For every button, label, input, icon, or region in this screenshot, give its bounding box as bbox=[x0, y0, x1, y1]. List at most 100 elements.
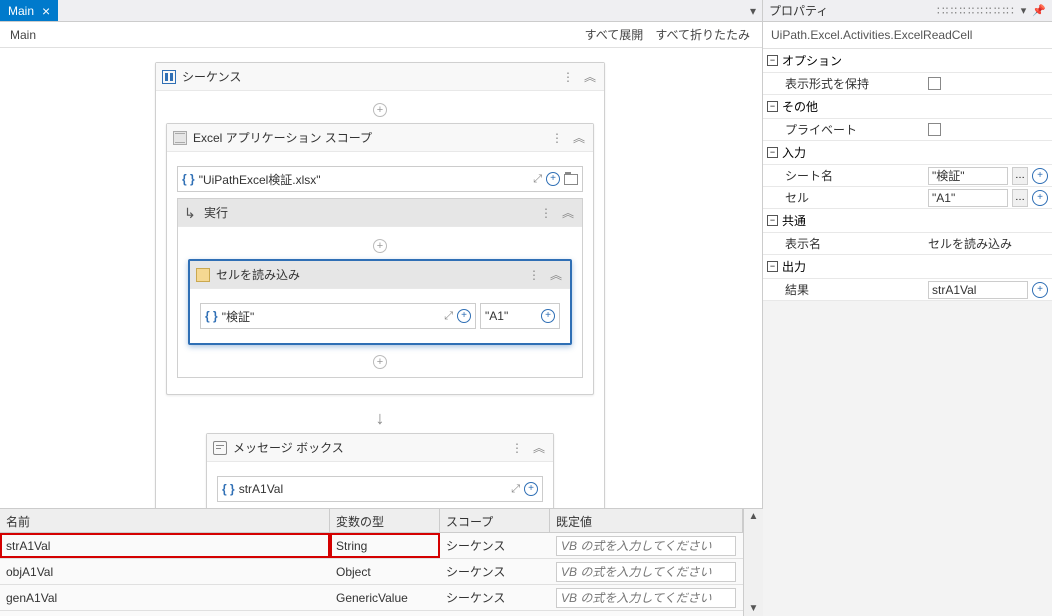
var-default-input[interactable] bbox=[556, 562, 736, 582]
add-node-top[interactable]: + bbox=[166, 101, 594, 115]
activity-message-box[interactable]: メッセージ ボックス ⋮ ︽ { } strA1Val ⤢ + bbox=[206, 433, 554, 508]
var-name[interactable]: genA1Val bbox=[0, 585, 330, 610]
prop-cell-label: セル bbox=[763, 189, 928, 206]
expand-expr-icon[interactable]: ⤢ bbox=[511, 483, 520, 496]
col-name[interactable]: 名前 bbox=[0, 509, 330, 532]
collapse-icon[interactable]: ︽ bbox=[548, 266, 564, 283]
preserve-format-checkbox[interactable] bbox=[928, 77, 941, 90]
more-icon[interactable]: ⋮ bbox=[549, 131, 565, 145]
properties-panel: プロパティ ∷∷∷∷∷∷∷∷∷ ▾ 📌 UiPath.Excel.Activit… bbox=[763, 0, 1052, 616]
add-expr-icon[interactable]: + bbox=[546, 172, 560, 186]
designer-tabbar: Main × ▾ bbox=[0, 0, 762, 22]
exec-icon: ↳ bbox=[184, 206, 198, 220]
add-expr-icon[interactable]: + bbox=[1032, 282, 1048, 298]
prop-result-label: 結果 bbox=[763, 281, 928, 298]
category-option[interactable]: −オプション bbox=[763, 49, 1052, 73]
variable-row[interactable]: genA1ValGenericValueシーケンス bbox=[0, 585, 743, 611]
tab-main[interactable]: Main × bbox=[0, 0, 58, 21]
tab-title: Main bbox=[8, 4, 34, 18]
variable-row[interactable]: objA1ValObjectシーケンス bbox=[0, 559, 743, 585]
read-cell-title: セルを読み込み bbox=[216, 266, 520, 283]
category-input[interactable]: −入力 bbox=[763, 141, 1052, 165]
prop-display-name-label: 表示名 bbox=[763, 235, 928, 252]
add-expr-icon[interactable]: + bbox=[524, 482, 538, 496]
var-default[interactable] bbox=[550, 559, 743, 584]
ellipsis-button[interactable]: … bbox=[1012, 167, 1028, 185]
collapse-all[interactable]: すべて折りたたみ bbox=[649, 24, 756, 45]
sequence-title: シーケンス bbox=[182, 68, 554, 85]
col-default[interactable]: 既定値 bbox=[550, 509, 743, 532]
var-scope[interactable]: シーケンス bbox=[440, 585, 550, 610]
expand-expr-icon[interactable]: ⤢ bbox=[444, 310, 453, 323]
expand-all[interactable]: すべて展開 bbox=[579, 24, 650, 45]
add-expr-icon[interactable]: + bbox=[1032, 168, 1048, 184]
prop-sheet-input[interactable]: "検証" bbox=[928, 167, 1008, 185]
collapse-box-icon: − bbox=[767, 215, 778, 226]
expression-icon: { } bbox=[222, 482, 235, 496]
excel-path-input[interactable]: { } "UiPathExcel検証.xlsx" ⤢ + bbox=[177, 166, 583, 192]
activity-type-name: UiPath.Excel.Activities.ExcelReadCell bbox=[763, 22, 1052, 49]
add-node[interactable]: + bbox=[188, 237, 572, 251]
prop-result-input[interactable]: strA1Val bbox=[928, 281, 1028, 299]
ellipsis-button[interactable]: … bbox=[1012, 189, 1028, 207]
var-type[interactable]: Object bbox=[330, 559, 440, 584]
var-default-input[interactable] bbox=[556, 536, 736, 556]
variable-row[interactable]: strA1ValStringシーケンス bbox=[0, 533, 743, 559]
category-output[interactable]: −出力 bbox=[763, 255, 1052, 279]
var-default-input[interactable] bbox=[556, 588, 736, 608]
private-checkbox[interactable] bbox=[928, 123, 941, 136]
category-misc[interactable]: −その他 bbox=[763, 95, 1052, 119]
expand-expr-icon[interactable]: ⤢ bbox=[533, 173, 542, 186]
sequence-icon bbox=[162, 70, 176, 84]
add-expr-icon[interactable]: + bbox=[457, 309, 471, 323]
var-type[interactable]: String bbox=[330, 533, 440, 558]
collapse-box-icon: − bbox=[767, 261, 778, 272]
breadcrumb-main[interactable]: Main bbox=[6, 26, 40, 44]
var-default[interactable] bbox=[550, 533, 743, 558]
collapse-box-icon: − bbox=[767, 55, 778, 66]
pin-icon[interactable]: 📌 bbox=[1032, 4, 1046, 17]
more-icon[interactable]: ⋮ bbox=[560, 70, 576, 84]
workflow-canvas[interactable]: シーケンス ⋮ ︽ + Excel アプリケーション スコープ bbox=[0, 48, 762, 508]
message-text-input[interactable]: { } strA1Val ⤢ + bbox=[217, 476, 543, 502]
col-scope[interactable]: スコープ bbox=[440, 509, 550, 532]
var-name[interactable]: strA1Val bbox=[0, 533, 330, 558]
more-icon[interactable]: ⋮ bbox=[526, 268, 542, 282]
dropdown-icon[interactable]: ▾ bbox=[1021, 4, 1027, 17]
read-cell-cell-input[interactable]: "A1" + bbox=[480, 303, 560, 329]
var-scope[interactable]: シーケンス bbox=[440, 559, 550, 584]
prop-display-name-value[interactable]: セルを読み込み bbox=[928, 235, 1048, 252]
tab-dropdown[interactable]: ▾ bbox=[744, 0, 762, 21]
variables-header: 名前 変数の型 スコープ 既定値 bbox=[0, 509, 743, 533]
collapse-box-icon: − bbox=[767, 101, 778, 112]
browse-file-icon[interactable] bbox=[564, 174, 578, 185]
close-icon[interactable]: × bbox=[42, 4, 50, 18]
message-icon bbox=[213, 441, 227, 455]
variables-scrollbar[interactable]: ▲ ▼ bbox=[743, 509, 763, 616]
var-default[interactable] bbox=[550, 585, 743, 610]
collapse-icon[interactable]: ︽ bbox=[571, 129, 587, 146]
more-icon[interactable]: ⋮ bbox=[538, 206, 554, 220]
scroll-down-icon[interactable]: ▼ bbox=[747, 601, 761, 616]
collapse-icon[interactable]: ︽ bbox=[560, 204, 576, 221]
prop-private-label: プライベート bbox=[763, 121, 928, 138]
add-node[interactable]: + bbox=[188, 353, 572, 367]
prop-cell-input[interactable]: "A1" bbox=[928, 189, 1008, 207]
scroll-up-icon[interactable]: ▲ bbox=[747, 509, 761, 524]
more-icon[interactable]: ⋮ bbox=[509, 441, 525, 455]
var-name[interactable]: objA1Val bbox=[0, 559, 330, 584]
activity-excel-scope[interactable]: Excel アプリケーション スコープ ⋮ ︽ { } "UiPathExcel… bbox=[166, 123, 594, 395]
var-scope[interactable]: シーケンス bbox=[440, 533, 550, 558]
add-expr-icon[interactable]: + bbox=[1032, 190, 1048, 206]
activity-read-cell[interactable]: セルを読み込み ⋮ ︽ bbox=[188, 259, 572, 345]
col-type[interactable]: 変数の型 bbox=[330, 509, 440, 532]
var-type[interactable]: GenericValue bbox=[330, 585, 440, 610]
read-cell-sheet-input[interactable]: { } "検証" ⤢ + bbox=[200, 303, 476, 329]
panel-drag-icon[interactable]: ∷∷∷∷∷∷∷∷∷ bbox=[937, 4, 1015, 18]
collapse-icon[interactable]: ︽ bbox=[582, 68, 598, 85]
activity-sequence[interactable]: シーケンス ⋮ ︽ + Excel アプリケーション スコープ bbox=[155, 62, 605, 508]
collapse-icon[interactable]: ︽ bbox=[531, 439, 547, 456]
category-common[interactable]: −共通 bbox=[763, 209, 1052, 233]
activity-exec[interactable]: ↳ 実行 ⋮ ︽ + bbox=[177, 198, 583, 378]
add-expr-icon[interactable]: + bbox=[541, 309, 555, 323]
